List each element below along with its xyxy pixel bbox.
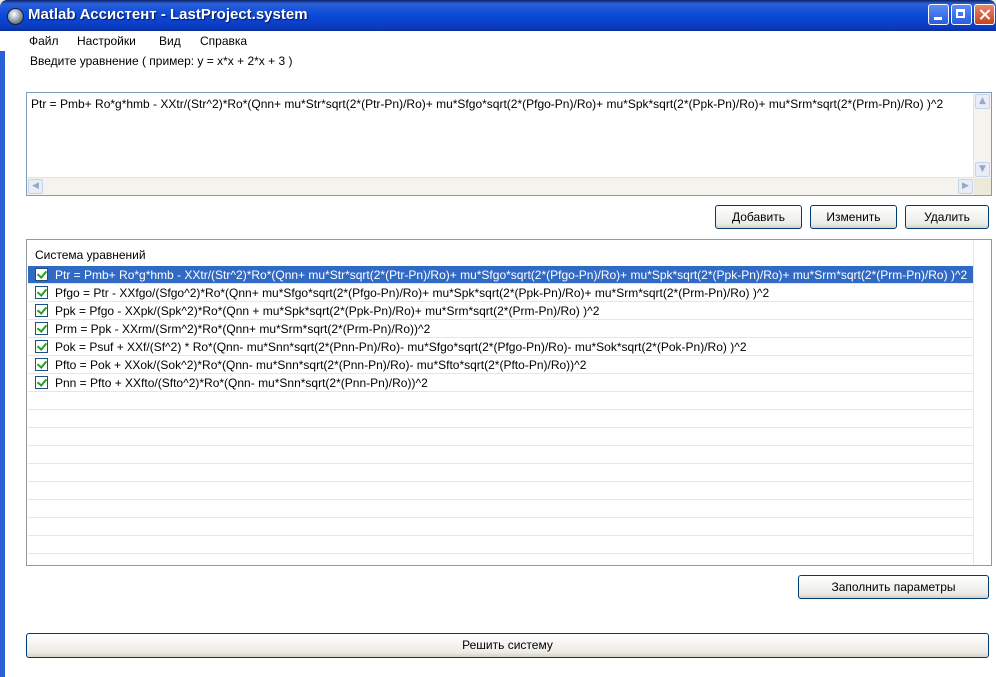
- equation-checkbox[interactable]: [35, 358, 48, 371]
- scroll-right-arrow-icon[interactable]: ▶: [958, 179, 973, 194]
- equation-input-label: Введите уравнение ( пример: y = x*x + 2*…: [30, 54, 293, 68]
- equation-text: Pnn = Pfto + XXfto/(Sfto^2)*Ro*(Qnn- mu*…: [55, 376, 428, 390]
- equation-checkbox[interactable]: [35, 268, 48, 281]
- empty-list-row: [28, 392, 973, 410]
- equation-checkbox[interactable]: [35, 376, 48, 389]
- window-title: Matlab Ассистент - LastProject.system: [28, 6, 308, 23]
- empty-list-row: [28, 446, 973, 464]
- equation-input-text[interactable]: Ptr = Pmb+ Ro*g*hmb - XXtr/(Str^2)*Ro*(Q…: [31, 97, 943, 111]
- equation-checkbox[interactable]: [35, 286, 48, 299]
- scroll-up-arrow-icon[interactable]: ▲: [975, 94, 990, 109]
- solve-system-button[interactable]: Решить систему: [26, 633, 989, 658]
- equation-text: Pfto = Pok + XXok/(Sok^2)*Ro*(Qnn- mu*Sn…: [55, 358, 587, 372]
- empty-list-row: [28, 428, 973, 446]
- window-border: [0, 31, 5, 677]
- equation-row[interactable]: Pok = Psuf + XXf/(Sf^2) * Ro*(Qnn- mu*Sn…: [28, 338, 973, 356]
- minimize-button[interactable]: [928, 4, 949, 25]
- equation-checkbox[interactable]: [35, 340, 48, 353]
- equation-row[interactable]: Pfgo = Ptr - XXfgo/(Sfgo^2)*Ro*(Qnn+ mu*…: [28, 284, 973, 302]
- equation-text: Pok = Psuf + XXf/(Sf^2) * Ro*(Qnn- mu*Sn…: [55, 340, 747, 354]
- empty-list-row: [28, 482, 973, 500]
- close-button[interactable]: [974, 4, 995, 25]
- equation-checkbox[interactable]: [35, 322, 48, 335]
- list-column-divider: [973, 240, 974, 565]
- scroll-down-arrow-icon[interactable]: ▼: [975, 162, 990, 177]
- equation-input[interactable]: Ptr = Pmb+ Ro*g*hmb - XXtr/(Str^2)*Ro*(Q…: [26, 92, 992, 196]
- empty-list-row: [28, 536, 973, 554]
- scrollbar-corner: [974, 178, 991, 195]
- fill-parameters-button[interactable]: Заполнить параметры: [798, 575, 989, 599]
- menu-bar: Файл Настройки Вид Справка: [0, 31, 996, 51]
- title-bar[interactable]: Matlab Ассистент - LastProject.system: [0, 0, 996, 31]
- delete-button[interactable]: Удалить: [905, 205, 989, 229]
- empty-list-row: [28, 410, 973, 428]
- add-button[interactable]: Добавить: [715, 205, 802, 229]
- equation-system-title: Система уравнений: [35, 248, 146, 262]
- matlab-app-icon[interactable]: [7, 8, 24, 25]
- menu-settings[interactable]: Настройки: [77, 34, 136, 48]
- empty-list-row: [28, 518, 973, 536]
- equation-text: Pfgo = Ptr - XXfgo/(Sfgo^2)*Ro*(Qnn+ mu*…: [55, 286, 770, 300]
- menu-view[interactable]: Вид: [159, 34, 181, 48]
- equation-checkbox[interactable]: [35, 304, 48, 317]
- vertical-scrollbar[interactable]: ▲ ▼: [973, 93, 991, 178]
- empty-list-row: [28, 500, 973, 518]
- horizontal-scrollbar[interactable]: ◀ ▶: [27, 177, 974, 195]
- equation-row[interactable]: Ppk = Pfgo - XXpk/(Spk^2)*Ro*(Qnn + mu*S…: [28, 302, 973, 320]
- equation-text: Prm = Ppk - XXrm/(Srm^2)*Ro*(Qnn+ mu*Srm…: [55, 322, 431, 336]
- equation-text: Ptr = Pmb+ Ro*g*hmb - XXtr/(Str^2)*Ro*(Q…: [55, 268, 968, 282]
- equation-row[interactable]: Ptr = Pmb+ Ro*g*hmb - XXtr/(Str^2)*Ro*(Q…: [28, 266, 973, 284]
- equation-rows: Ptr = Pmb+ Ro*g*hmb - XXtr/(Str^2)*Ro*(Q…: [28, 266, 973, 554]
- equation-row[interactable]: Prm = Ppk - XXrm/(Srm^2)*Ro*(Qnn+ mu*Srm…: [28, 320, 973, 338]
- app-window: Matlab Ассистент - LastProject.system Фа…: [0, 0, 996, 677]
- equation-system-list[interactable]: Система уравнений Ptr = Pmb+ Ro*g*hmb - …: [26, 239, 992, 566]
- equation-row[interactable]: Pfto = Pok + XXok/(Sok^2)*Ro*(Qnn- mu*Sn…: [28, 356, 973, 374]
- edit-button[interactable]: Изменить: [810, 205, 897, 229]
- menu-help[interactable]: Справка: [200, 34, 247, 48]
- equation-text: Ppk = Pfgo - XXpk/(Spk^2)*Ro*(Qnn + mu*S…: [55, 304, 600, 318]
- menu-file[interactable]: Файл: [29, 34, 59, 48]
- scroll-left-arrow-icon[interactable]: ◀: [28, 179, 43, 194]
- equation-row[interactable]: Pnn = Pfto + XXfto/(Sfto^2)*Ro*(Qnn- mu*…: [28, 374, 973, 392]
- empty-list-row: [28, 464, 973, 482]
- maximize-button[interactable]: [951, 4, 972, 25]
